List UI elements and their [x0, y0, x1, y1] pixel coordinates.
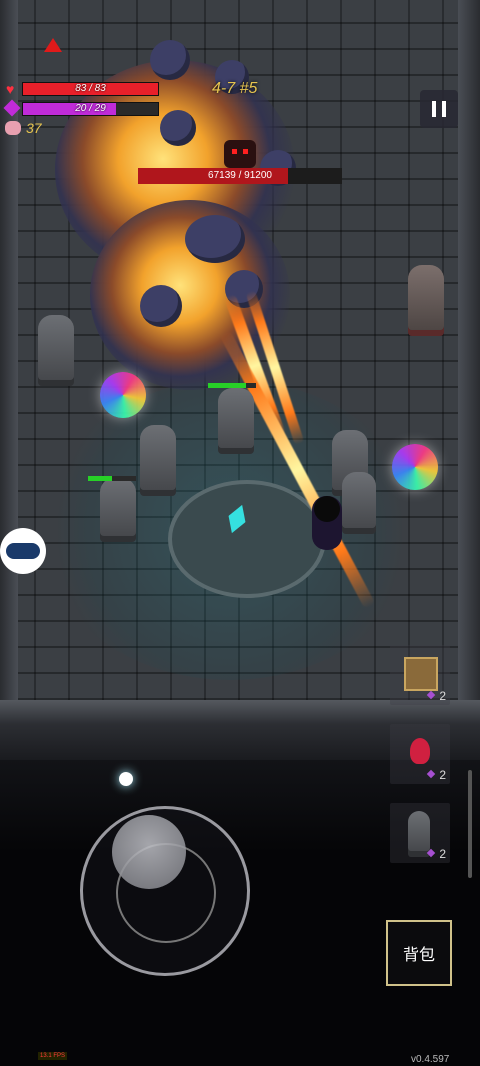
mana-bar: 20 / 29: [22, 102, 159, 116]
rainbow-orb: [392, 444, 438, 490]
stone-statue: [342, 472, 376, 528]
stone-statue: [38, 315, 74, 380]
stone-statue: [218, 388, 254, 448]
enemy-hp-fill: [208, 383, 247, 388]
boss-demon: [224, 140, 256, 168]
inventory-slot-crate[interactable]: 2: [390, 645, 450, 705]
player-character: [312, 496, 342, 550]
statue-icon: [408, 811, 430, 851]
slot-count: 2: [439, 689, 446, 703]
debris-rock: [160, 110, 196, 146]
hp-bar: 83 / 83: [22, 82, 159, 96]
dungeon-wall-right: [458, 0, 480, 700]
slot-count: 2: [439, 847, 446, 861]
boss-hp-text: 67139 / 91200: [208, 170, 272, 181]
pause-icon-bar: [442, 101, 446, 117]
scrollbar[interactable]: [468, 770, 472, 878]
danger-marker-icon: [44, 38, 62, 52]
slot-count: 2: [439, 768, 446, 782]
debris-rock: [150, 40, 190, 80]
stone-statue: [408, 265, 444, 330]
stage-label: 4-7 #5: [212, 80, 258, 97]
joystick-knob[interactable]: [112, 815, 186, 889]
inventory-slot-potion[interactable]: 2: [390, 724, 450, 784]
side-menu-button[interactable]: [0, 528, 46, 574]
coin-count: 37: [26, 120, 42, 136]
pause-button[interactable]: [420, 90, 458, 128]
fps-counter: 13.1 FPS: [38, 1052, 68, 1060]
gem-icon: [426, 769, 436, 779]
heart-icon: ♥: [6, 81, 15, 97]
goggles-icon: [6, 543, 40, 559]
mana-text: 20 / 29: [75, 103, 106, 114]
pause-icon-bar: [432, 101, 436, 117]
enemy-hp-bar: [208, 383, 256, 388]
potion-icon: [410, 738, 430, 764]
aim-indicator-icon: [119, 772, 133, 786]
enemy-hp-fill: [88, 476, 112, 481]
rainbow-orb: [100, 372, 146, 418]
version-label: v0.4.597: [411, 1054, 450, 1065]
hp-text: 83 / 83: [75, 83, 106, 94]
boss-hp-bar: 67139 / 91200: [138, 168, 342, 184]
enemy-hp-bar: [88, 476, 136, 481]
debris-rock: [140, 285, 182, 327]
fountain-base: [168, 480, 326, 598]
stone-statue: [140, 425, 176, 490]
gem-icon: [426, 848, 436, 858]
gem-icon: [426, 690, 436, 700]
inventory-slot-statue[interactable]: 2: [390, 803, 450, 863]
debris-rock: [185, 215, 245, 263]
crate-icon: [404, 657, 438, 691]
bag-button[interactable]: 背包: [386, 920, 452, 986]
stone-statue: [100, 478, 136, 536]
pig-coin-icon: [5, 121, 21, 135]
